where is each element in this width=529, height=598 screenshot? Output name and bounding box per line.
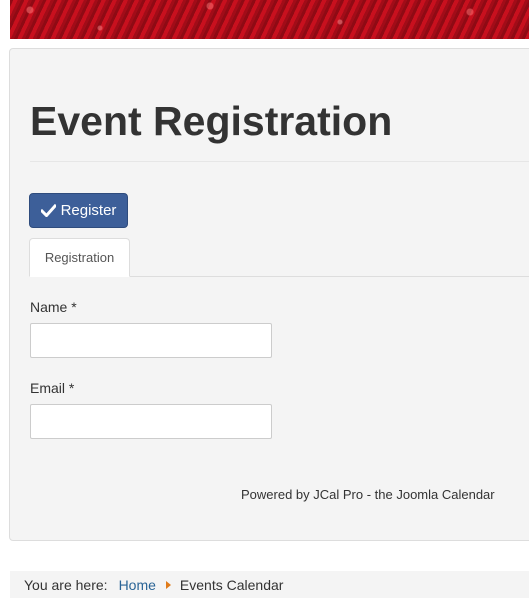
register-button-label: Register xyxy=(60,202,117,219)
tab-registration[interactable]: Registration xyxy=(29,238,130,277)
breadcrumb-home-link[interactable]: Home xyxy=(119,577,156,593)
header-banner-image xyxy=(10,0,529,39)
powered-by-text: Powered by JCal Pro - the Joomla Calenda… xyxy=(241,487,495,502)
breadcrumb: You are here: Home Events Calendar xyxy=(10,571,529,598)
breadcrumb-current: Events Calendar xyxy=(179,576,284,593)
email-field[interactable] xyxy=(30,404,272,439)
title-divider xyxy=(30,161,529,162)
name-label: Name * xyxy=(30,299,77,315)
page-title: Event Registration xyxy=(30,98,393,144)
content-panel: Event Registration Register Registration… xyxy=(9,48,529,541)
name-field[interactable] xyxy=(30,323,272,358)
email-label: Email * xyxy=(30,380,75,396)
checkmark-icon xyxy=(40,204,56,217)
breadcrumb-prefix: You are here: xyxy=(24,576,108,593)
triangle-right-icon xyxy=(165,580,171,589)
register-button[interactable]: Register xyxy=(29,193,128,228)
